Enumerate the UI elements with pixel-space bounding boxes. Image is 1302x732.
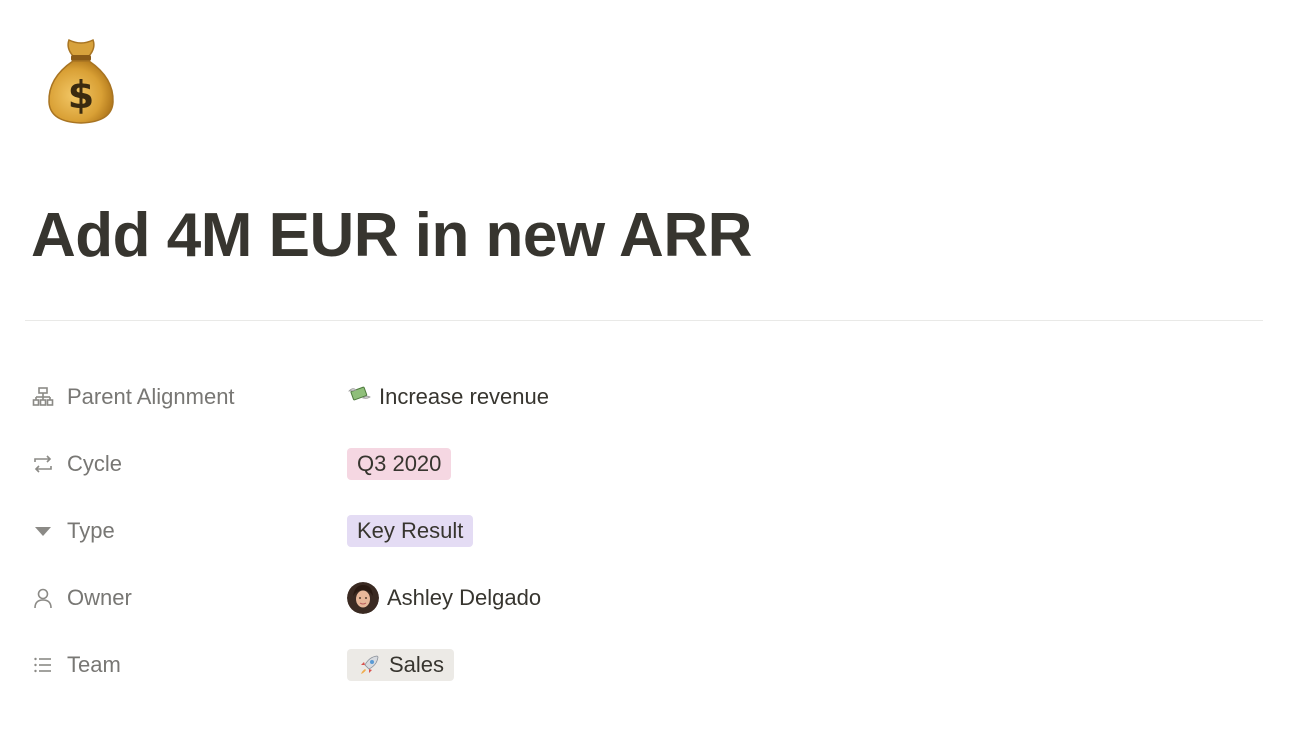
property-label: Team (67, 651, 121, 677)
cycle-tag[interactable]: Q3 2020 (347, 448, 452, 481)
property-value-owner[interactable]: Ashley Delgado (347, 581, 541, 614)
avatar (347, 581, 379, 614)
property-row-parent-alignment: Parent Alignment Increase revenue (31, 364, 1231, 431)
money-with-wings-icon (347, 382, 371, 412)
person-icon (31, 586, 55, 610)
property-row-type: Type Key Result (31, 498, 1231, 565)
property-label: Owner (67, 584, 132, 610)
property-value-team[interactable]: Sales (347, 648, 455, 681)
money-bag-icon[interactable]: $ (44, 36, 118, 126)
relation-link[interactable]: Increase revenue (379, 384, 549, 410)
properties-list: Parent Alignment Increase revenue Cycle … (31, 364, 1231, 698)
property-value-cycle[interactable]: Q3 2020 (347, 448, 452, 481)
property-row-cycle: Cycle Q3 2020 (31, 431, 1231, 498)
property-value-parent-alignment[interactable]: Increase revenue (347, 382, 549, 412)
property-label: Cycle (67, 451, 123, 477)
owner-name[interactable]: Ashley Delgado (387, 585, 541, 611)
divider (25, 320, 1263, 321)
property-value-type[interactable]: Key Result (347, 514, 474, 547)
team-label: Sales (389, 651, 445, 677)
property-name-type[interactable]: Type (31, 518, 347, 544)
select-triangle-icon (31, 519, 55, 543)
property-label: Parent Alignment (67, 384, 235, 410)
hierarchy-icon (31, 385, 55, 409)
property-label: Type (67, 517, 115, 543)
property-name-team[interactable]: Team (31, 652, 347, 678)
team-tag[interactable]: Sales (347, 648, 455, 681)
property-row-team: Team Sales (31, 631, 1231, 698)
property-name-owner[interactable]: Owner (31, 585, 347, 611)
rocket-icon (357, 653, 381, 677)
type-tag[interactable]: Key Result (347, 514, 474, 547)
page: $ Add 4M EUR in new ARR Parent Alignment… (0, 0, 1302, 732)
property-row-owner: Owner Ashley Delgado (31, 564, 1231, 631)
list-icon (31, 653, 55, 677)
svg-text:$: $ (68, 73, 94, 117)
repeat-icon (31, 452, 55, 476)
page-title[interactable]: Add 4M EUR in new ARR (31, 200, 752, 271)
property-name-parent-alignment[interactable]: Parent Alignment (31, 384, 347, 410)
property-name-cycle[interactable]: Cycle (31, 451, 347, 477)
